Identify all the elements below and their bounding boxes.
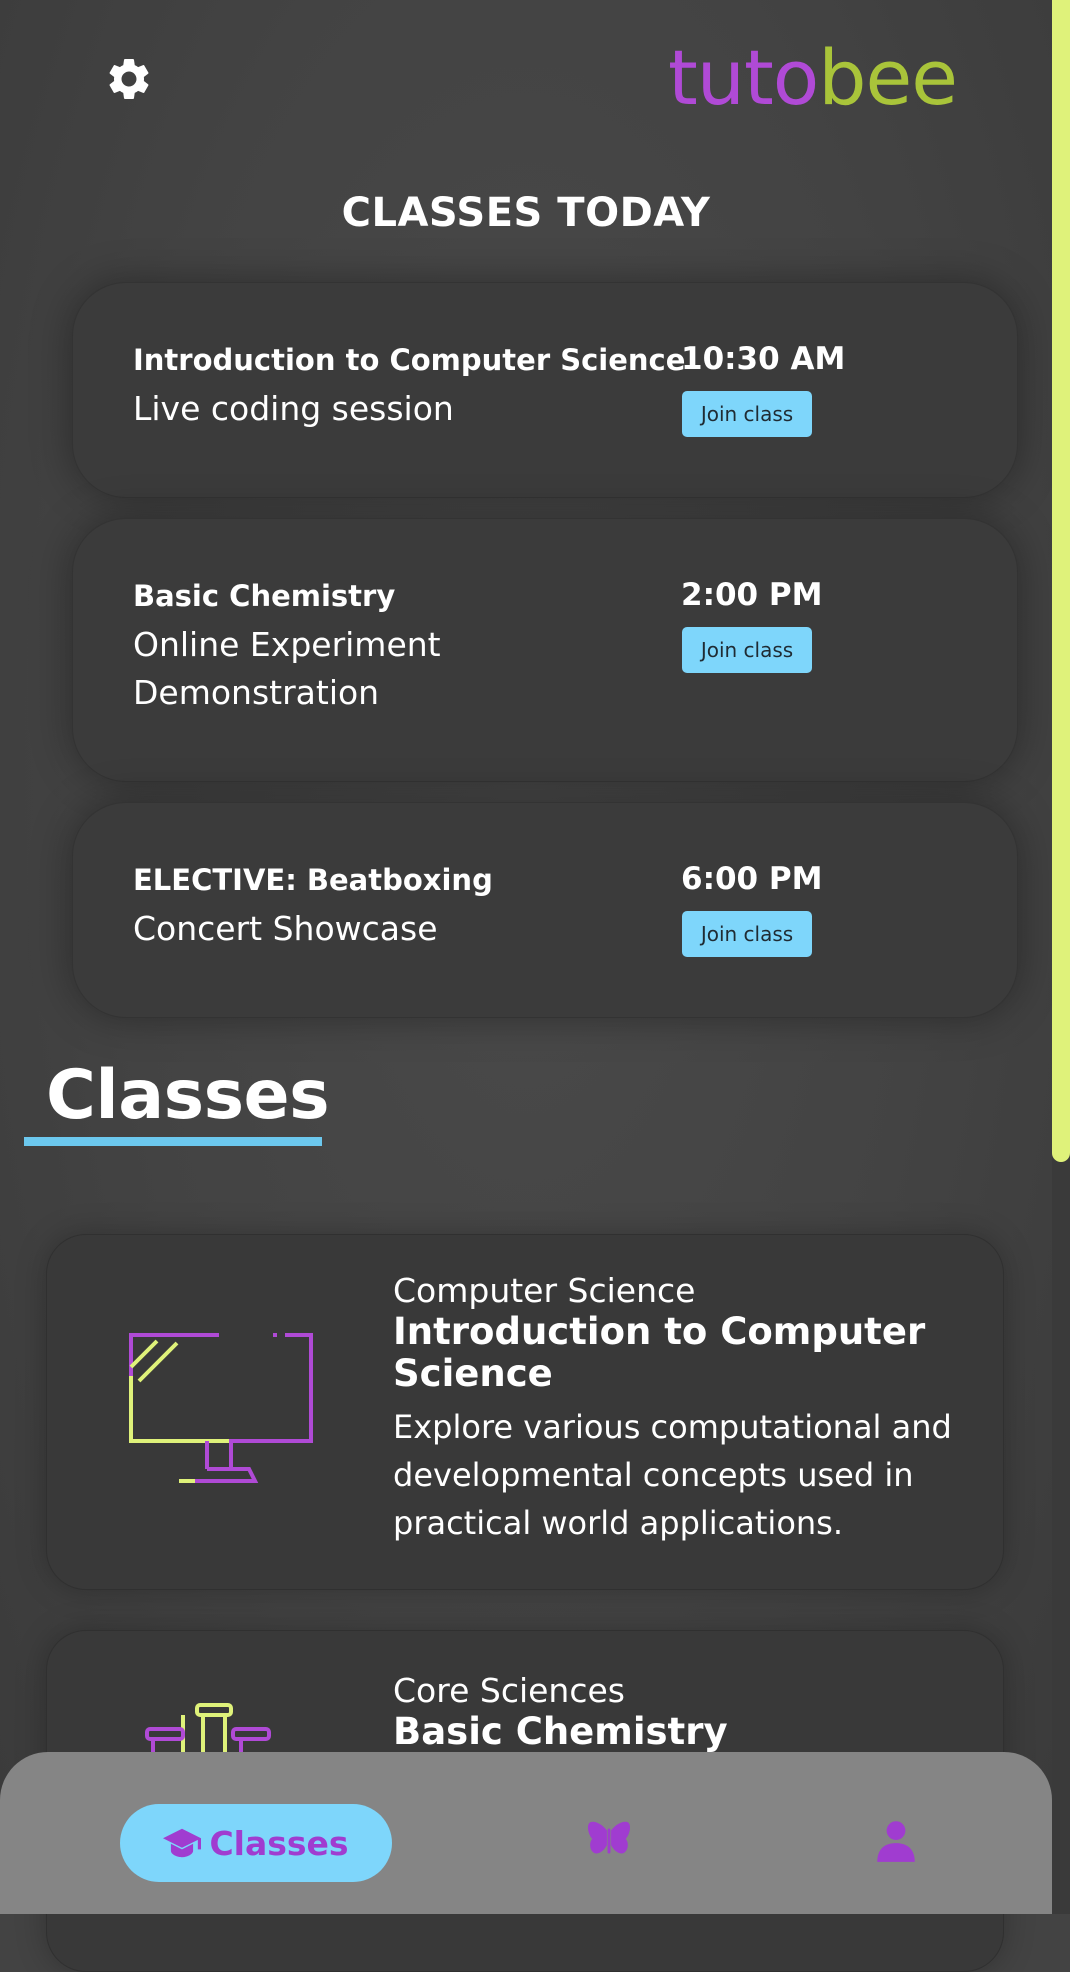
today-class-course: Introduction to Computer Science <box>133 343 686 377</box>
scrollbar-thumb[interactable] <box>1052 0 1070 1162</box>
nav-classes-button[interactable]: Classes <box>120 1804 392 1882</box>
app-screen: tutobee CLASSES TODAY Introduction to Co… <box>0 0 1052 1972</box>
nav-classes-label: Classes <box>209 1823 349 1863</box>
logo-part-bee: bee <box>818 33 958 122</box>
butterfly-icon[interactable] <box>584 1816 634 1866</box>
bottom-navigation: Classes <box>0 1752 1052 1914</box>
logo-part-tuto: tuto <box>668 33 819 122</box>
today-class-time: 6:00 PM <box>681 861 823 897</box>
join-class-button[interactable]: Join class <box>682 627 812 673</box>
class-title: Introduction to Computer Science <box>393 1310 926 1395</box>
class-category: Core Sciences <box>393 1671 625 1710</box>
today-class-card: Basic Chemistry Online Experiment Demons… <box>72 518 1018 782</box>
classes-today-title: CLASSES TODAY <box>341 190 711 236</box>
section-title-underline <box>24 1137 322 1146</box>
join-class-button[interactable]: Join class <box>682 911 812 957</box>
class-title: Basic Chemistry <box>393 1710 728 1753</box>
class-card[interactable]: Computer Science Introduction to Compute… <box>46 1234 1004 1590</box>
tutobee-logo: tutobee <box>668 40 958 116</box>
computer-monitor-icon <box>129 1333 313 1483</box>
today-class-description: Concert Showcase <box>133 909 438 948</box>
today-class-description: Online Experiment Demonstration <box>133 625 441 712</box>
today-class-description: Live coding session <box>133 389 454 428</box>
today-class-card: Introduction to Computer Science Live co… <box>72 282 1018 498</box>
today-class-course: ELECTIVE: Beatboxing <box>133 863 493 897</box>
today-class-time: 10:30 AM <box>681 341 846 377</box>
join-class-button[interactable]: Join class <box>682 391 812 437</box>
class-description: Explore various computational and develo… <box>393 1408 952 1542</box>
gear-icon[interactable] <box>104 54 154 104</box>
classes-section-title: Classes <box>46 1056 330 1135</box>
today-class-course: Basic Chemistry <box>133 579 396 613</box>
graduation-cap-icon <box>163 1828 202 1858</box>
user-icon[interactable] <box>871 1816 921 1866</box>
class-category: Computer Science <box>393 1271 696 1310</box>
today-class-time: 2:00 PM <box>681 577 823 613</box>
today-class-card: ELECTIVE: Beatboxing Concert Showcase 6:… <box>72 802 1018 1018</box>
